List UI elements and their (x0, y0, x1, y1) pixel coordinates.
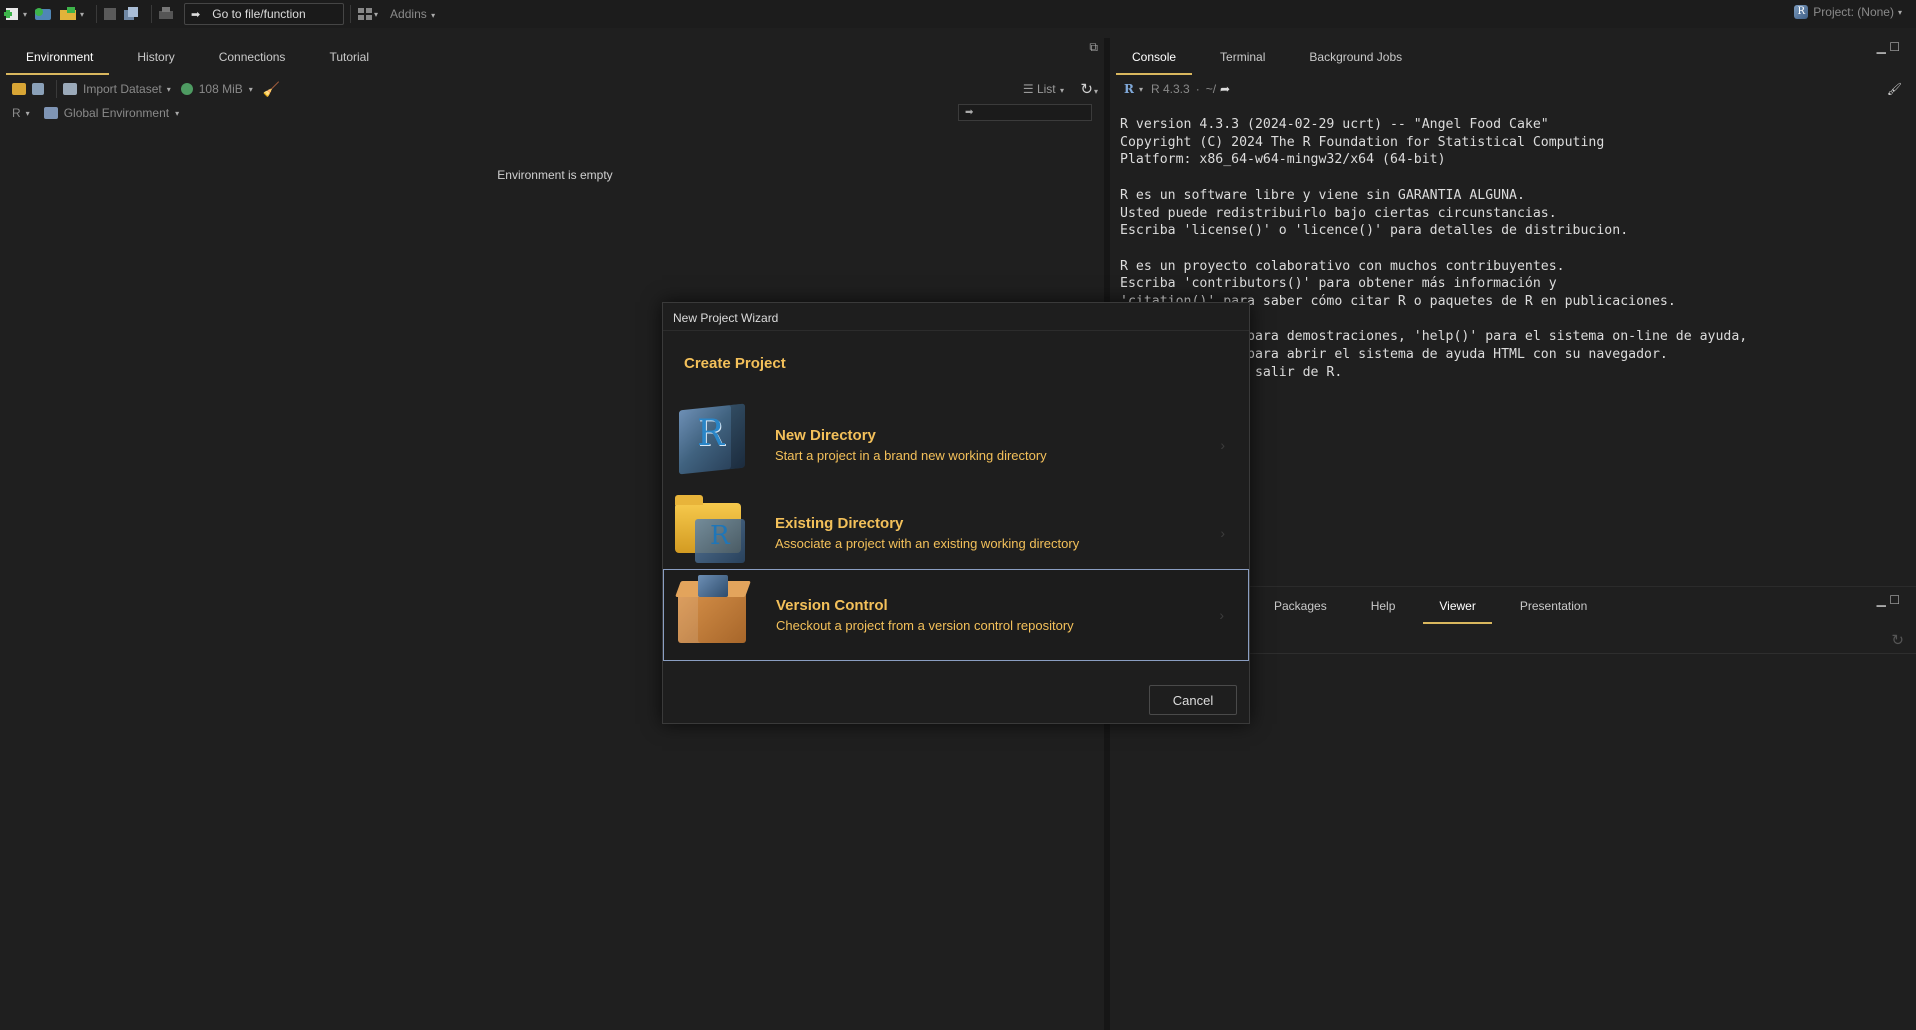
tab-packages[interactable]: Packages (1252, 599, 1349, 621)
tab-environment[interactable]: Environment (0, 50, 115, 75)
new-project-icon[interactable] (33, 3, 53, 25)
save-icon[interactable] (103, 3, 117, 25)
environment-empty-message: Environment is empty (497, 168, 613, 182)
existing-directory-folder-icon: R (675, 493, 755, 573)
global-environment-dropdown[interactable]: Global Environment (64, 106, 169, 120)
maximize-pane-icon[interactable]: ⧉ (1089, 40, 1098, 55)
goto-file-function-input[interactable]: ➡ Go to file/function (184, 3, 345, 25)
clear-workspace-broom-icon[interactable]: 🧹 (263, 81, 280, 98)
console-line: Copyright (C) 2024 The R Foundation for … (1120, 134, 1605, 150)
create-project-heading: Create Project (684, 355, 786, 372)
toolbar-divider (350, 5, 352, 23)
project-label: Project: (None) (1813, 5, 1894, 19)
new-directory-r-cube-icon: R (675, 403, 755, 485)
minimize-maximize-viewer-icon[interactable]: ▁ ☐ (1877, 593, 1900, 607)
language-dropdown[interactable]: R (12, 106, 21, 120)
console-tabbar: Console Terminal Background Jobs (1110, 38, 1916, 75)
environment-tabbar: Environment History Connections Tutorial (0, 38, 1104, 75)
option-existing-directory[interactable]: R Existing Directory Associate a project… (663, 489, 1249, 577)
import-dataset-button[interactable]: Import Dataset (83, 82, 162, 96)
goto-directory-icon[interactable]: ➦ (1220, 82, 1230, 96)
addins-label: Addins (390, 7, 427, 21)
working-directory-label[interactable]: ~/ (1206, 82, 1216, 96)
new-file-icon[interactable]: ▾ (4, 3, 27, 25)
main-toolbar: ▾ ▾ ➡ Go to file/function ▾ Addins ▾ R P… (0, 0, 1916, 28)
option-description: Checkout a project from a version contro… (776, 618, 1074, 633)
tab-presentation[interactable]: Presentation (1498, 599, 1609, 621)
import-dataset-icon[interactable] (63, 83, 77, 95)
save-all-icon[interactable] (123, 3, 139, 25)
project-r-icon: R (1794, 5, 1809, 19)
tab-help[interactable]: Help (1349, 599, 1418, 621)
load-workspace-icon[interactable] (12, 83, 26, 95)
toolbar-divider (151, 5, 153, 23)
environment-scope-icon (43, 107, 58, 119)
version-control-box-icon (675, 575, 756, 655)
dialog-title: New Project Wizard (663, 303, 1249, 331)
memory-usage-label[interactable]: 108 MiB (199, 82, 243, 96)
environment-scope-bar: R ▾ Global Environment ▾ (12, 106, 180, 120)
new-project-wizard-dialog: New Project Wizard Create Project R New … (662, 302, 1250, 724)
option-title: Version Control (776, 597, 888, 614)
r-logo-icon[interactable]: R (1124, 82, 1134, 96)
goto-label: Go to file/function (212, 7, 306, 21)
option-new-directory[interactable]: R New Directory Start a project in a bra… (663, 401, 1249, 489)
option-description: Start a project in a brand new working d… (775, 448, 1047, 463)
project-menu[interactable]: R Project: (None) ▾ (1794, 5, 1902, 19)
console-status-bar: R ▾ R 4.3.3 · ~/ ➦ 🖌 (1124, 82, 1902, 96)
tab-viewer[interactable]: Viewer (1417, 599, 1497, 624)
refresh-icon[interactable]: ↻▾ (1080, 80, 1098, 98)
tab-history[interactable]: History (115, 50, 196, 72)
console-line: R es un proyecto colaborativo con muchos… (1120, 258, 1565, 274)
tab-console[interactable]: Console (1110, 50, 1198, 75)
cancel-button[interactable]: Cancel (1149, 685, 1237, 715)
chevron-right-icon: › (1220, 525, 1225, 541)
toolbar-divider (96, 5, 98, 23)
option-description: Associate a project with an existing wor… (775, 536, 1080, 551)
console-line: R version 4.3.3 (2024-02-29 ucrt) -- "An… (1120, 117, 1549, 132)
save-workspace-icon[interactable] (32, 83, 44, 95)
option-title: New Directory (775, 427, 876, 444)
console-line: R es un software libre y viene sin GARAN… (1120, 187, 1525, 203)
tab-background-jobs[interactable]: Background Jobs (1287, 50, 1424, 72)
console-line: Escriba 'contributors()' para obtener má… (1120, 276, 1557, 292)
minimize-maximize-pane-icon[interactable]: ▁ ☐ (1877, 40, 1900, 54)
addins-menu[interactable]: Addins ▾ (390, 7, 435, 21)
environment-search-input[interactable]: ➡ (958, 104, 1092, 121)
r-version-label: R 4.3.3 (1151, 82, 1190, 96)
console-line: Platform: x86_64-w64-mingw32/x64 (64-bit… (1120, 152, 1446, 168)
tab-terminal[interactable]: Terminal (1198, 50, 1287, 72)
print-icon[interactable] (158, 3, 174, 25)
clear-console-icon[interactable]: 🖌 (1887, 82, 1902, 96)
environment-toolbar: Import Dataset ▾ 108 MiB ▾ 🧹 ☰ List ▾ ↻▾ (0, 76, 1104, 102)
console-line: Escriba 'license()' o 'licence()' para d… (1120, 223, 1629, 239)
open-file-icon[interactable]: ▾ (59, 3, 84, 25)
tab-connections[interactable]: Connections (197, 50, 308, 72)
rstudio-window: ▾ ▾ ➡ Go to file/function ▾ Addins ▾ R P… (0, 0, 1916, 1030)
option-version-control[interactable]: Version Control Checkout a project from … (663, 569, 1249, 661)
goto-arrow-icon: ➡ (191, 8, 201, 21)
chevron-right-icon: › (1219, 607, 1224, 623)
option-title: Existing Directory (775, 515, 904, 532)
console-line: Usted puede redistribuirlo bajo ciertas … (1120, 205, 1557, 221)
tab-tutorial[interactable]: Tutorial (307, 50, 391, 72)
memory-usage-icon (180, 83, 193, 95)
chevron-right-icon: › (1220, 437, 1225, 453)
viewer-refresh-icon[interactable]: ↻ (1891, 631, 1904, 649)
toolbar-divider (56, 80, 57, 98)
grid-layout-icon[interactable]: ▾ (357, 3, 378, 25)
list-view-dropdown[interactable]: ☰ List ▾ (1023, 82, 1064, 96)
list-view-label: List (1036, 82, 1056, 96)
